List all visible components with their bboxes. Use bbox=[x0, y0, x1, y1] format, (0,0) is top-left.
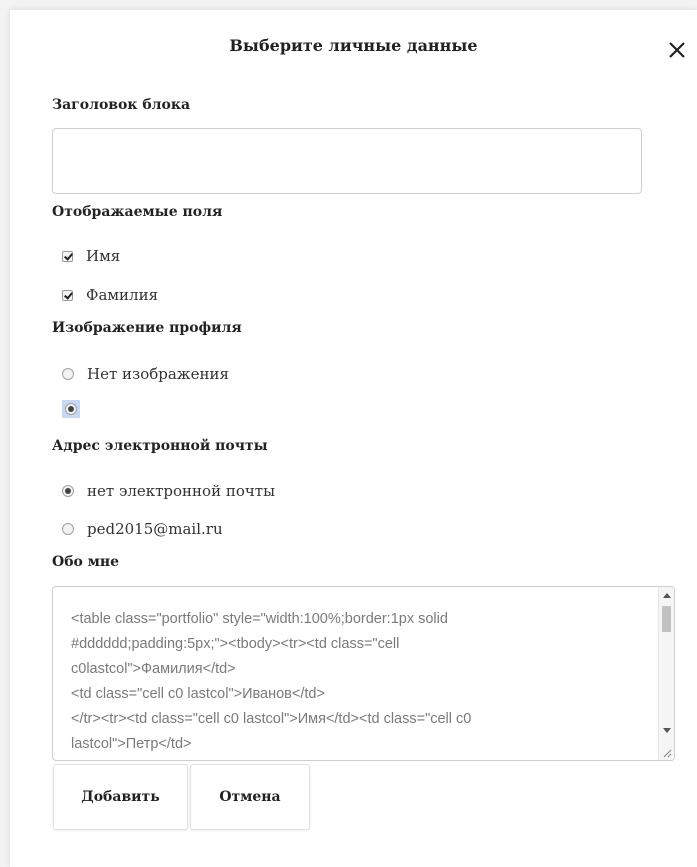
no-email-label: нет электронной почты bbox=[87, 482, 276, 500]
last-name-label: Фамилия bbox=[86, 286, 159, 304]
scroll-down-arrow-icon[interactable] bbox=[663, 728, 671, 733]
email-option-address[interactable]: ped2015@mail.ru bbox=[62, 518, 223, 540]
field-option-first-name[interactable]: Имя bbox=[62, 245, 120, 267]
email-address-label: ped2015@mail.ru bbox=[87, 520, 223, 538]
personal-data-dialog: Выберите личные данные Заголовок блока О… bbox=[10, 10, 697, 867]
close-icon bbox=[669, 42, 685, 58]
close-button[interactable] bbox=[661, 34, 693, 66]
email-option-none[interactable]: нет электронной почты bbox=[62, 480, 275, 502]
block-title-label: Заголовок блока bbox=[52, 97, 191, 113]
textarea-scrollbar[interactable] bbox=[658, 587, 674, 760]
about-me-label: Обо мне bbox=[52, 554, 120, 570]
picture-radio[interactable] bbox=[65, 403, 77, 415]
about-me-content: <table class="portfolio" style="width:10… bbox=[71, 611, 472, 752]
first-name-label: Имя bbox=[86, 247, 121, 265]
field-option-last-name[interactable]: Фамилия bbox=[62, 284, 158, 306]
about-me-textarea[interactable]: <table class="portfolio" style="width:10… bbox=[52, 586, 675, 761]
last-name-checkbox[interactable] bbox=[62, 289, 73, 301]
block-title-input[interactable] bbox=[52, 128, 642, 194]
cancel-button[interactable]: Отмена bbox=[190, 764, 310, 830]
profile-image-option-none[interactable]: Нет изображения bbox=[62, 363, 229, 385]
email-label: Адрес электронной почты bbox=[52, 438, 268, 454]
email-address-radio[interactable] bbox=[62, 523, 74, 535]
first-name-checkbox[interactable] bbox=[62, 250, 73, 262]
no-email-radio[interactable] bbox=[62, 485, 74, 497]
scroll-thumb[interactable] bbox=[662, 606, 671, 632]
displayed-fields-label: Отображаемые поля bbox=[52, 204, 223, 220]
profile-image-option-picture[interactable] bbox=[62, 400, 80, 418]
resize-grip-icon[interactable] bbox=[662, 748, 672, 758]
dialog-title: Выберите личные данные bbox=[229, 36, 478, 55]
profile-image-label: Изображение профиля bbox=[52, 320, 242, 336]
no-image-label: Нет изображения bbox=[87, 365, 229, 383]
no-image-radio[interactable] bbox=[62, 368, 74, 380]
scroll-up-arrow-icon[interactable] bbox=[663, 593, 671, 598]
add-button[interactable]: Добавить bbox=[53, 764, 188, 830]
